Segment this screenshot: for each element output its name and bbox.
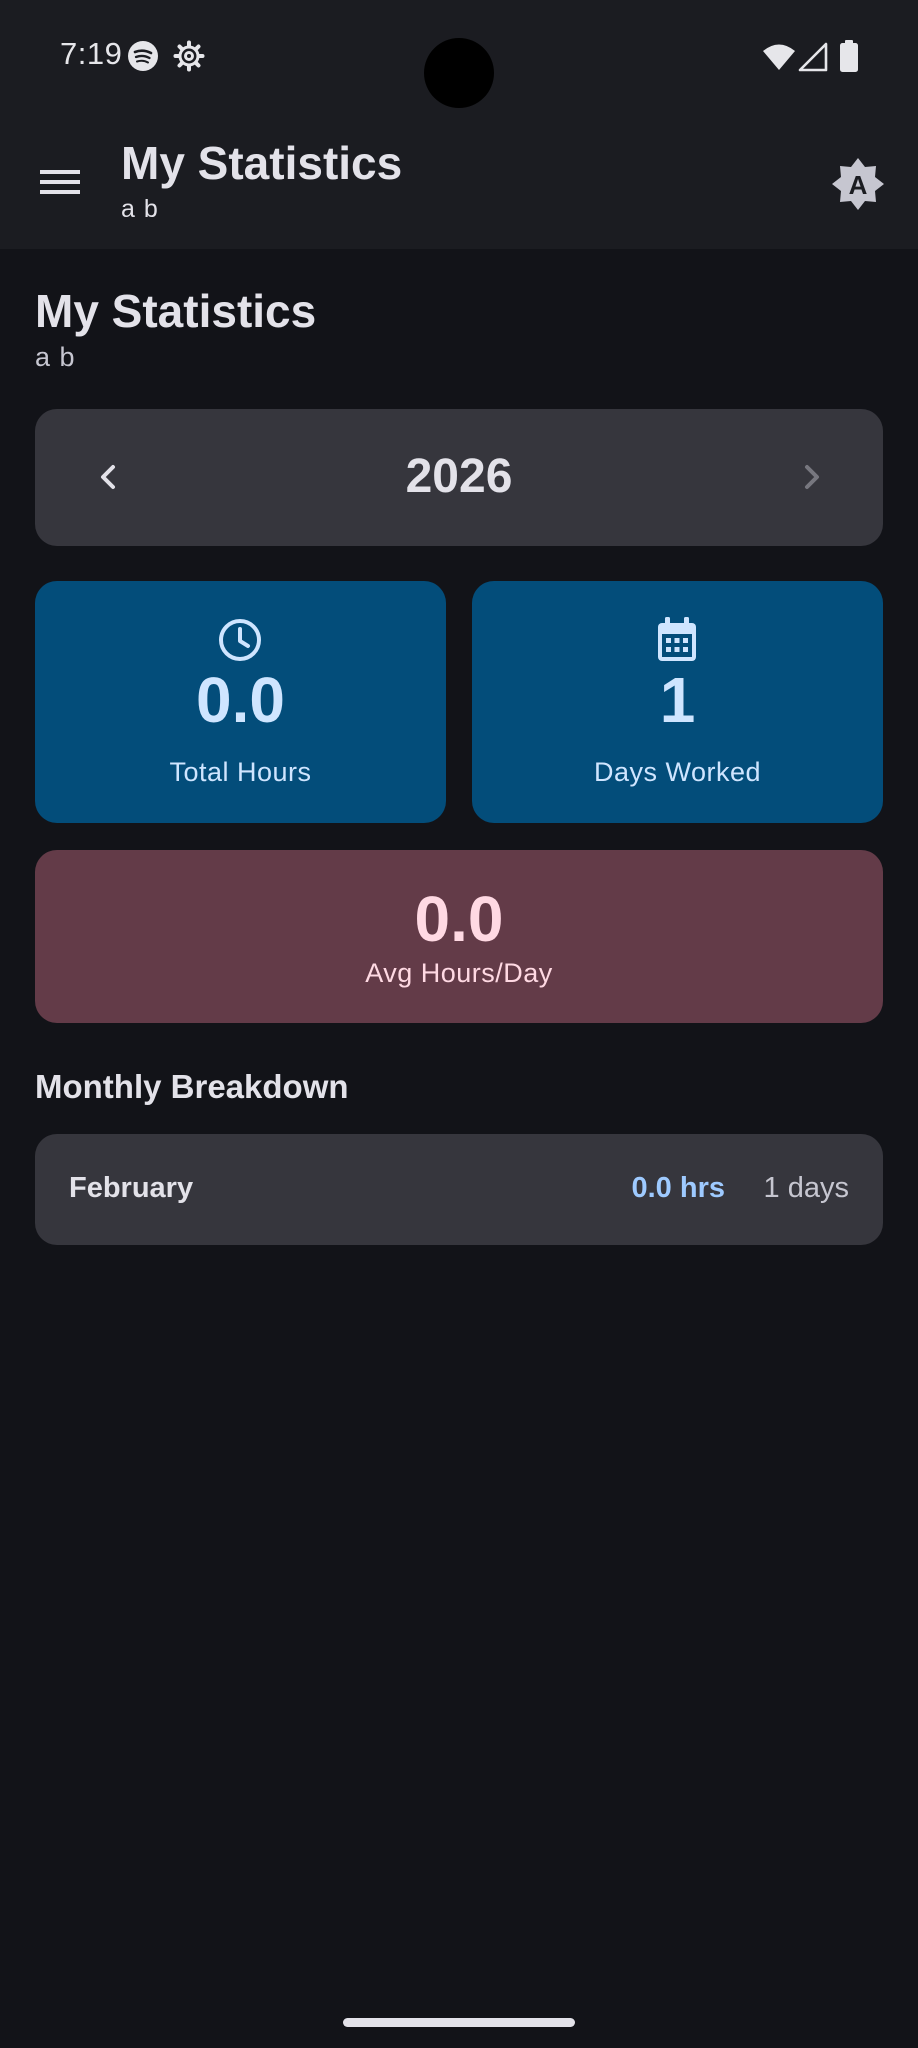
- brightness-auto-icon[interactable]: A: [830, 156, 886, 212]
- spotify-icon: [128, 41, 158, 71]
- page-title: My Statistics: [35, 285, 317, 337]
- days-worked-value: 1: [659, 664, 696, 736]
- monthly-breakdown-title: Monthly Breakdown: [35, 1068, 349, 1105]
- avg-hours-value: 0.0: [414, 883, 504, 955]
- month-row-february[interactable]: February 0.0 hrs 1 days: [35, 1134, 883, 1245]
- total-hours-label: Total Hours: [169, 757, 312, 787]
- month-name: February: [69, 1172, 194, 1204]
- avg-hours-label: Avg Hours/Day: [365, 958, 553, 988]
- svg-text:A: A: [849, 170, 868, 200]
- menu-icon[interactable]: [30, 154, 90, 210]
- year-selector: 2026: [35, 409, 883, 546]
- status-time: 7:19: [60, 36, 123, 71]
- page-subtitle: a b: [35, 342, 76, 372]
- app-bar-subtitle: a b: [121, 195, 159, 223]
- clock-icon: [219, 619, 261, 661]
- total-hours-card: 0.0 Total Hours: [35, 581, 446, 823]
- total-hours-value: 0.0: [196, 664, 285, 736]
- days-worked-card: 1 Days Worked: [472, 581, 883, 823]
- status-bar: 7:19: [0, 0, 918, 112]
- app-bar-title: My Statistics: [121, 137, 403, 189]
- home-indicator[interactable]: [343, 2018, 575, 2027]
- month-hours: 0.0 hrs: [631, 1172, 726, 1204]
- battery-icon: [840, 40, 858, 72]
- year-label: 2026: [405, 450, 513, 503]
- wifi-icon: [763, 44, 795, 70]
- gear-icon: [173, 40, 205, 72]
- camera-cutout: [424, 38, 494, 108]
- calendar-icon: [658, 617, 696, 661]
- chevron-right-icon[interactable]: [787, 453, 835, 501]
- signal-icon: [798, 42, 828, 72]
- screen: 7:19 My Statistics a b A My Statistics a…: [0, 0, 918, 2048]
- top-app-bar: My Statistics a b A: [0, 112, 918, 249]
- month-days: 1 days: [763, 1172, 849, 1204]
- avg-hours-card: 0.0 Avg Hours/Day: [35, 850, 883, 1023]
- days-worked-label: Days Worked: [593, 757, 762, 787]
